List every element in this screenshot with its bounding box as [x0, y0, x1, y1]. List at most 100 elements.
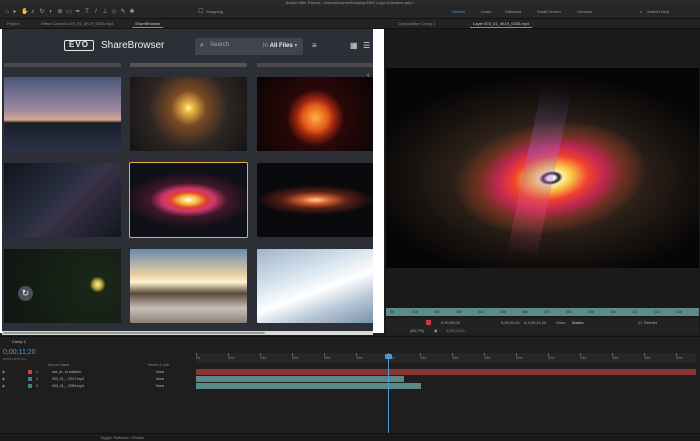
thumbnail-partial[interactable] [257, 63, 373, 67]
layer-parent-dropdown[interactable]: None [156, 383, 164, 389]
timeline-layer-row[interactable]: ◉ 3 003_01_...0053.mp4 None [0, 383, 195, 389]
layer-ruler-label: 01s [412, 310, 418, 314]
pen-tool-icon[interactable]: ✒ [75, 9, 81, 16]
snapping-label: Snapping [206, 9, 223, 14]
ruler-tick [676, 353, 677, 356]
layer-ruler-label: 09s [588, 310, 594, 314]
parent-link-header[interactable]: Parent & Link [148, 363, 169, 367]
roto-brush-tool-icon[interactable]: ✎ [120, 9, 126, 16]
brush-tool-icon[interactable]: / [93, 9, 99, 16]
sharebrowser-header: EVO ShareBrowser ⌕ Search In All Files ▾… [2, 29, 373, 63]
layer-viewer-footer: (66.7%) ◉ 0;00;11;20 [386, 327, 699, 334]
thumbnail-lake-sunset[interactable] [4, 77, 121, 151]
puppet-tool-icon[interactable]: ✱ [129, 9, 135, 16]
tab-sharebrowser[interactable]: ShareBrowser [132, 20, 164, 28]
layer-number: 2 [36, 377, 38, 381]
ruler-tick [324, 353, 325, 356]
filter-icon[interactable]: ≡ [312, 42, 317, 50]
refresh-icon[interactable]: ↻ [18, 286, 33, 301]
eraser-tool-icon[interactable]: ◇ [111, 9, 117, 16]
snapping-checkbox[interactable]: ☐ [198, 9, 204, 16]
layer-time-ruler[interactable]: 0s 01s 02s 03s 04s 05s 06s 07s 08s 09s 10s 11s 12s 13… [386, 308, 699, 316]
tab-project[interactable]: Project [4, 20, 22, 28]
workspace-libraries[interactable]: Libraries [577, 9, 592, 14]
thumbnail-milky-way[interactable] [4, 163, 121, 237]
view-label: View: [556, 320, 566, 325]
timeline-timecode[interactable]: 0;00;11;20 [3, 349, 36, 356]
mask-tool-icon[interactable]: ▭ [66, 9, 72, 16]
home-icon[interactable]: ⌂ [4, 9, 10, 16]
view-dropdown[interactable]: Masks [572, 320, 584, 325]
visibility-eye-icon[interactable]: ◉ [2, 369, 5, 375]
toggle-switches-modes[interactable]: Toggle Switches / Modes [100, 435, 144, 440]
panel-tab-row: Project Effect Controls 003_01_4K19_0053… [0, 19, 700, 29]
thumbnail-planet-orbits[interactable]: ↻ [4, 249, 121, 323]
rotation-tool-icon[interactable]: ↻ [39, 9, 45, 16]
search-input[interactable]: ⌕ Search In All Files ▾ [195, 38, 303, 55]
thumbnail-galaxy[interactable] [257, 163, 373, 237]
pan-behind-tool-icon[interactable]: ⊕ [57, 9, 63, 16]
selection-tool-icon[interactable]: ▸ [12, 9, 18, 16]
window-title: Adobe After Effects - /Users/Andrew/Desk… [285, 0, 415, 5]
ruler-tick [548, 353, 549, 356]
workspace-default[interactable]: Default [452, 9, 465, 14]
layer-name[interactable]: 003_01_...0017.mp4 [52, 376, 84, 382]
ruler-tick [228, 353, 229, 356]
thumbnail-black-hole-selected[interactable] [129, 162, 248, 238]
zoom-dropdown[interactable]: (66.7%) [410, 328, 424, 333]
visibility-eye-icon[interactable]: ◉ [2, 383, 5, 389]
layer-name[interactable]: 003_01_...0053.mp4 [52, 383, 84, 389]
timeline-layer-row[interactable]: ◉ 1 sini_dr...rk solution None [0, 369, 195, 375]
current-timecode[interactable]: 0;00;11;20 [446, 328, 465, 333]
tab-comp-1[interactable]: Comp 1 [0, 338, 26, 346]
render-checkbox[interactable]: ☑ [638, 320, 642, 325]
source-name-header[interactable]: Source Name [48, 363, 69, 367]
camera-tool-icon[interactable]: ◐ [48, 9, 54, 16]
thumbnail-snow-mountain[interactable] [257, 249, 373, 323]
thumbnail-red-sun[interactable] [257, 77, 373, 151]
hand-tool-icon[interactable]: ✋ [21, 9, 28, 16]
type-tool-icon[interactable]: T [84, 9, 90, 16]
layer-name[interactable]: sini_dr...rk solution [52, 369, 81, 375]
workspace-learn[interactable]: Learn [481, 9, 491, 14]
search-help-field[interactable]: Search Help [647, 9, 669, 14]
timeline-layer-bar[interactable] [196, 376, 404, 382]
playhead-line[interactable] [388, 353, 389, 433]
layer-parent-dropdown[interactable]: None [156, 376, 164, 382]
visibility-eye-icon[interactable]: ◉ [2, 376, 5, 382]
layer-parent-dropdown[interactable]: None [156, 369, 164, 375]
scrollbar-thumb[interactable] [3, 332, 265, 334]
timeline-layer-bar[interactable] [196, 369, 696, 375]
thumbnail-snowy-sunrise[interactable] [130, 249, 247, 323]
timeline-ruler[interactable]: 0s02s04s06s08s10s12s14s16s18s20s22s24s26… [196, 353, 696, 363]
label-color-swatch[interactable] [426, 320, 431, 325]
grid-view-icon[interactable]: ▦ [350, 42, 358, 50]
zoom-tool-icon[interactable]: ⌕ [30, 9, 36, 16]
tab-composition[interactable]: Composition Comp 1 [395, 20, 438, 28]
layer-label-color[interactable] [28, 377, 32, 381]
workspace-standard[interactable]: Standard [505, 9, 521, 14]
layer-label-color[interactable] [28, 384, 32, 388]
ruler-tick [292, 353, 293, 356]
thumbnail-sunset-horizon[interactable] [130, 77, 247, 151]
search-scope[interactable]: In All Files ▾ [263, 42, 297, 49]
timeline-layer-row[interactable]: ◉ 2 003_01_...0017.mp4 None [0, 376, 195, 382]
workspace-small-screen[interactable]: Small Screen [537, 9, 561, 14]
thumbnail-partial[interactable] [130, 63, 247, 67]
timeline-frame-count: 00350 (29.97 fps) [3, 357, 27, 361]
ruler-tick [452, 353, 453, 356]
search-scope-value: All Files [269, 43, 293, 49]
chevron-down-icon: ▾ [294, 43, 298, 49]
tab-layer[interactable]: Layer 003_01_4K19_0053.mp4 [470, 20, 533, 28]
timecode-in[interactable]: 0;00;00;00 [441, 320, 460, 325]
clone-stamp-tool-icon[interactable]: ⊥ [102, 9, 108, 16]
search-help-icon[interactable]: ⌕ [640, 9, 642, 14]
tab-effect-controls[interactable]: Effect Controls 003_01_4K19_0053.mp4 [38, 20, 116, 28]
thumbnail-partial[interactable] [4, 63, 121, 67]
layer-ruler-label: 06s [522, 310, 528, 314]
timecode-out[interactable]: 0;00;11;20 [501, 320, 520, 325]
list-view-icon[interactable]: ☰ [363, 42, 370, 50]
sharebrowser-panel: EVO ShareBrowser ⌕ Search In All Files ▾… [2, 29, 373, 331]
camera-icon[interactable]: ◉ [434, 328, 438, 333]
layer-label-color[interactable] [28, 370, 32, 374]
